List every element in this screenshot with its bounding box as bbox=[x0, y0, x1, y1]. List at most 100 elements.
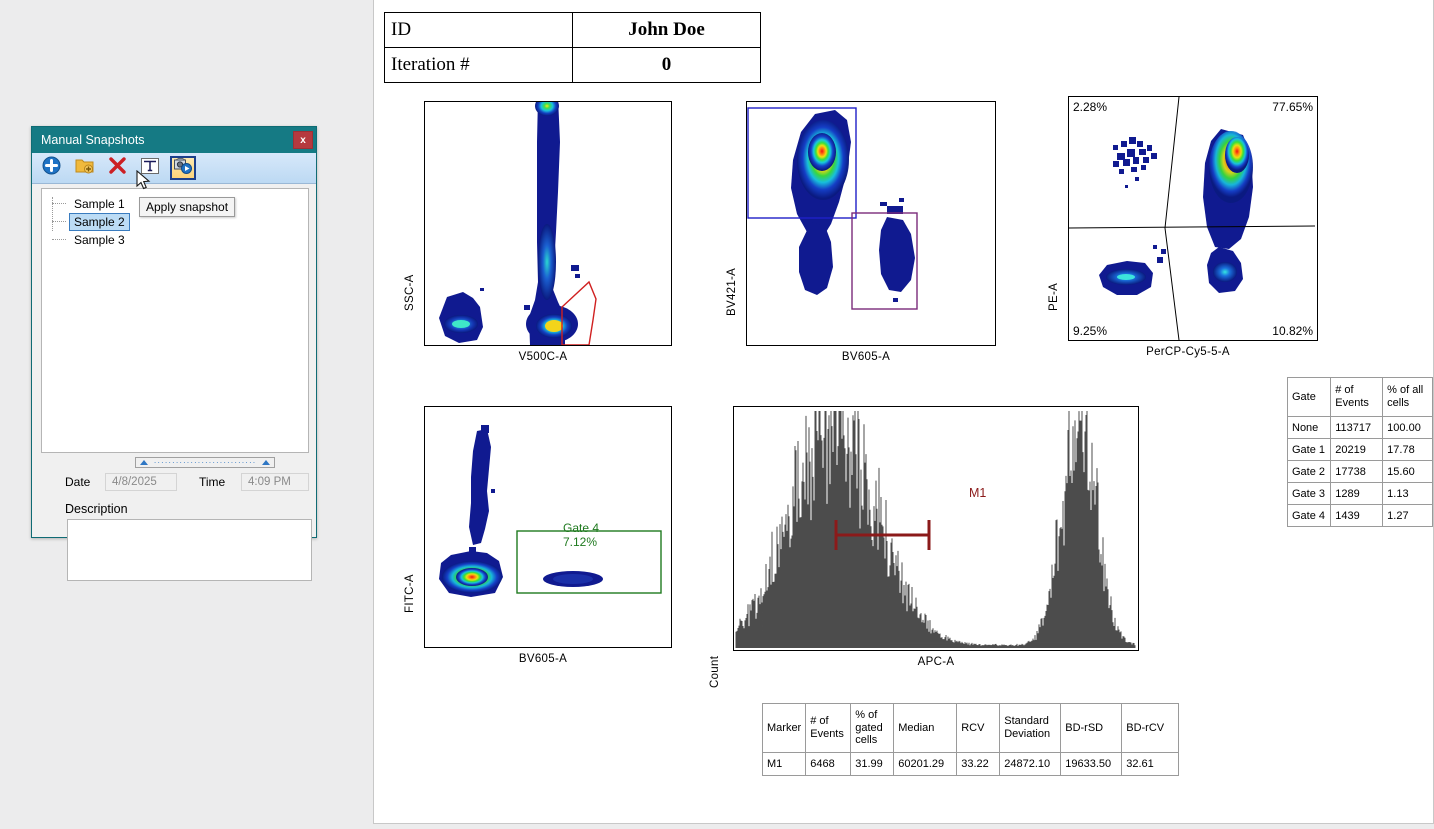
plot1-y-axis-label: SSC-A bbox=[404, 274, 416, 311]
gate-stats-cell: Gate 3 bbox=[1286, 482, 1332, 505]
panel-splitter[interactable]: ···························· bbox=[135, 457, 275, 468]
plot2-x-axis-label: BV605-A bbox=[841, 351, 891, 363]
m1-marker-label: M1 bbox=[969, 486, 987, 500]
plot-ssc-v500c[interactable]: SSC-A V500C-A bbox=[404, 101, 672, 363]
table-header-row: Gate # of Events % of all cells bbox=[1286, 377, 1433, 417]
close-icon[interactable]: x bbox=[293, 131, 313, 149]
delete-x-icon bbox=[108, 157, 126, 179]
gate-stats-header-percent: % of all cells bbox=[1382, 377, 1433, 417]
marker-stats-header-events: # of Events bbox=[805, 703, 852, 753]
folder-add-icon bbox=[75, 157, 94, 179]
date-value-field: 4/8/2025 bbox=[105, 473, 177, 491]
snapshot-item-sample-2[interactable]: Sample 2 bbox=[69, 213, 130, 231]
delete-snapshot-button[interactable] bbox=[104, 156, 130, 180]
add-snapshot-button[interactable] bbox=[38, 156, 64, 180]
plot-fitc-bv605[interactable]: FITC-A Gate 4 7.12% BV605-A bbox=[404, 406, 672, 665]
date-row: Date 4/8/2025 Time 4:09 PM bbox=[65, 473, 309, 491]
marker-stats-cell: 6468 bbox=[805, 752, 852, 776]
marker-stats-header-median: Median bbox=[893, 703, 958, 753]
iteration-value: 0 bbox=[572, 47, 761, 83]
gate-stats-header-events: # of Events bbox=[1330, 377, 1384, 417]
plot2-canvas[interactable] bbox=[746, 101, 996, 346]
table-row: None 113717 100.00 bbox=[1286, 416, 1433, 439]
marker-stats-cell: 19633.50 bbox=[1060, 752, 1123, 776]
gate-stats-cell: 100.00 bbox=[1382, 416, 1433, 439]
plot3-x-axis-label: PerCP-Cy5-5-A bbox=[1146, 346, 1230, 358]
manual-snapshots-window[interactable]: Manual Snapshots x Sample 1 Sample 2 Sam… bbox=[31, 126, 317, 581]
date-label: Date bbox=[65, 475, 91, 489]
tree-connector bbox=[52, 203, 66, 205]
gate-stats-cell: 17738 bbox=[1330, 460, 1384, 483]
gate-stats-cell: Gate 2 bbox=[1286, 460, 1332, 483]
gate4-name-label: Gate 4 bbox=[563, 521, 600, 535]
description-input[interactable] bbox=[67, 519, 312, 581]
marker-stats-header-gated: % of gated cells bbox=[850, 703, 895, 753]
plot3-canvas[interactable]: 2.28% 77.65% 9.25% 10.82% bbox=[1068, 96, 1318, 341]
marker-statistics-table: Marker # of Events % of gated cells Medi… bbox=[761, 703, 1180, 776]
gate-stats-cell: Gate 1 bbox=[1286, 438, 1332, 461]
plot1-density-svg bbox=[439, 102, 597, 345]
marker-stats-header-marker: Marker bbox=[761, 703, 807, 753]
gate-stats-cell: Gate 4 bbox=[1286, 504, 1332, 527]
plot-bv421-bv605[interactable]: BV421-A BV605-A bbox=[726, 101, 996, 363]
plot4-y-axis-label: FITC-A bbox=[404, 574, 416, 613]
plot3-y-axis-label: PE-A bbox=[1048, 282, 1060, 311]
id-value: John Doe bbox=[572, 12, 761, 48]
marker-stats-cell: 24872.10 bbox=[999, 752, 1062, 776]
table-row: Gate 1 20219 17.78 bbox=[1286, 438, 1433, 461]
gate-stats-cell: 1289 bbox=[1330, 482, 1384, 505]
list-item[interactable]: Sample 3 bbox=[42, 231, 308, 249]
window-title: Manual Snapshots bbox=[41, 133, 145, 147]
table-row: M1 6468 31.99 60201.29 33.22 24872.10 19633.50… bbox=[761, 752, 1180, 776]
gate-stats-header-gate: Gate bbox=[1286, 377, 1332, 417]
tooltip-apply-snapshot: Apply snapshot bbox=[139, 197, 236, 217]
gate-stats-cell: 15.60 bbox=[1382, 460, 1433, 483]
plot-histogram-apc[interactable]: Count M1 APC-A bbox=[709, 406, 1139, 688]
plot1-x-axis-label: V500C-A bbox=[518, 351, 568, 363]
new-folder-button[interactable] bbox=[71, 156, 97, 180]
gate4-percent-label: 7.12% bbox=[563, 535, 598, 549]
time-value-field: 4:09 PM bbox=[241, 473, 309, 491]
splitter-down-arrow-icon[interactable] bbox=[262, 460, 270, 465]
gate-stats-cell: 1.27 bbox=[1382, 504, 1433, 527]
plot1-canvas[interactable] bbox=[424, 101, 672, 346]
plot3-density-svg bbox=[1069, 97, 1316, 340]
gate-stats-cell: None bbox=[1286, 416, 1332, 439]
marker-stats-header-bdrcv: BD-rCV bbox=[1121, 703, 1180, 753]
snapshots-toolbar[interactable] bbox=[32, 153, 316, 184]
apply-snapshot-button[interactable] bbox=[170, 156, 196, 180]
gate-stats-cell: 1439 bbox=[1330, 504, 1384, 527]
table-header-row: Marker # of Events % of gated cells Medi… bbox=[761, 703, 1180, 753]
gate-stats-cell: 17.78 bbox=[1382, 438, 1433, 461]
table-row: Gate 4 1439 1.27 bbox=[1286, 504, 1433, 527]
histogram-svg bbox=[735, 411, 1136, 648]
table-row: Iteration # 0 bbox=[384, 47, 761, 83]
apply-snapshot-icon bbox=[174, 157, 192, 179]
marker-stats-cell: M1 bbox=[761, 752, 807, 776]
marker-stats-cell: 32.61 bbox=[1121, 752, 1180, 776]
plot-pe-percp[interactable]: PE-A 2.28% 77.65% 9.25% 10.82% PerCP-Cy5… bbox=[1048, 96, 1318, 358]
marker-stats-header-sd: Standard Deviation bbox=[999, 703, 1062, 753]
table-row: ID John Doe bbox=[384, 12, 761, 48]
time-label: Time bbox=[199, 475, 226, 489]
snapshot-item-sample-1[interactable]: Sample 1 bbox=[69, 196, 130, 212]
plot5-canvas[interactable]: M1 bbox=[733, 406, 1139, 651]
plot2-density-svg bbox=[747, 107, 918, 310]
snapshot-item-sample-3[interactable]: Sample 3 bbox=[69, 232, 130, 248]
plot5-x-axis-label: APC-A bbox=[917, 656, 955, 668]
plot4-canvas[interactable]: Gate 4 7.12% bbox=[424, 406, 672, 648]
splitter-up-arrow-icon[interactable] bbox=[140, 460, 148, 465]
gate-stats-cell: 20219 bbox=[1330, 438, 1384, 461]
snapshot-list[interactable]: Sample 1 Sample 2 Sample 3 bbox=[41, 188, 309, 453]
plus-circle-icon bbox=[42, 156, 61, 180]
tree-connector bbox=[52, 239, 66, 241]
report-panel: ID John Doe Iteration # 0 SSC-A V500C-A … bbox=[373, 0, 1434, 824]
plot4-density-svg bbox=[439, 425, 662, 597]
table-row: Gate 3 1289 1.13 bbox=[1286, 482, 1433, 505]
gate-statistics-table: Gate # of Events % of all cells None 1137… bbox=[1286, 377, 1433, 527]
tree-connector bbox=[52, 221, 66, 223]
mouse-cursor-icon bbox=[136, 169, 152, 197]
report-header-table: ID John Doe Iteration # 0 bbox=[384, 12, 761, 83]
window-title-bar[interactable]: Manual Snapshots x bbox=[32, 127, 316, 153]
iteration-label: Iteration # bbox=[384, 47, 573, 83]
